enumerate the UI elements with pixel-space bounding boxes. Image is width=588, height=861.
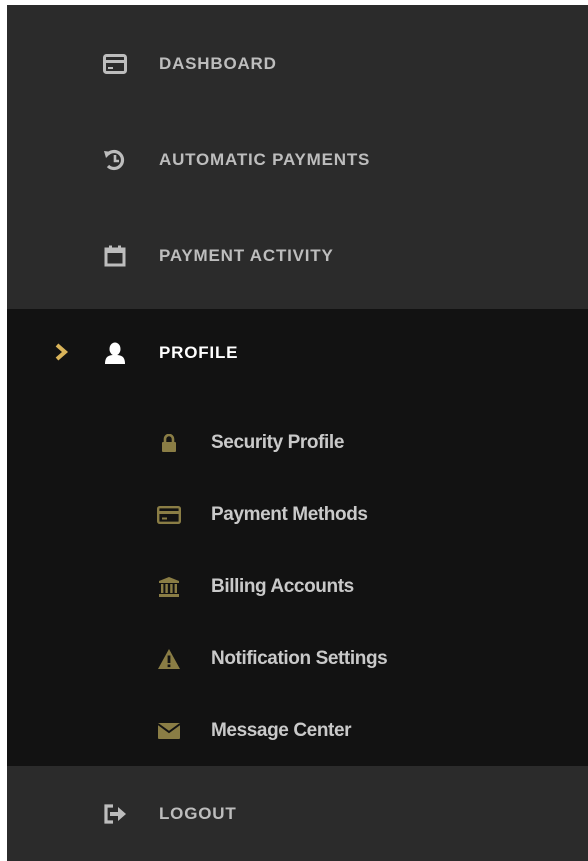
sidebar-nav: DASHBOARD AUTOMATIC PAYMENTS PAYMENT ACT… [7, 5, 588, 861]
subitem-message-center[interactable]: Message Center [7, 695, 588, 767]
nav-item-profile[interactable]: PROFILE [7, 309, 588, 397]
subitem-notification-settings[interactable]: Notification Settings [7, 623, 588, 695]
logout-icon [103, 802, 127, 826]
subitem-label: Payment Methods [211, 504, 368, 525]
nav-item-label: PROFILE [159, 343, 239, 362]
calendar-icon [103, 244, 127, 268]
envelope-icon [157, 720, 181, 742]
nav-item-label: PAYMENT ACTIVITY [159, 246, 334, 265]
subitem-billing-accounts[interactable]: Billing Accounts [7, 551, 588, 623]
subitem-label: Billing Accounts [211, 576, 354, 597]
credit-card-icon [157, 504, 181, 526]
credit-card-icon [103, 52, 127, 76]
nav-item-dashboard[interactable]: DASHBOARD [7, 16, 588, 112]
nav-item-payment-activity[interactable]: PAYMENT ACTIVITY [7, 208, 588, 304]
chevron-right-icon [55, 343, 71, 363]
profile-section: PROFILE Security Profile Payment Methods… [7, 309, 588, 766]
nav-item-label: DASHBOARD [159, 54, 277, 73]
subitem-security-profile[interactable]: Security Profile [7, 407, 588, 479]
nav-item-automatic-payments[interactable]: AUTOMATIC PAYMENTS [7, 112, 588, 208]
subitem-label: Message Center [211, 720, 352, 741]
lock-icon [157, 432, 181, 454]
subitem-payment-methods[interactable]: Payment Methods [7, 479, 588, 551]
history-icon [103, 148, 127, 172]
bank-icon [157, 576, 181, 598]
nav-item-logout[interactable]: LOGOUT [7, 766, 588, 861]
nav-item-label: AUTOMATIC PAYMENTS [159, 150, 371, 169]
user-icon [103, 341, 127, 365]
warning-icon [157, 648, 181, 670]
nav-item-label: LOGOUT [159, 803, 237, 823]
subitem-label: Security Profile [211, 432, 344, 453]
subitem-label: Notification Settings [211, 648, 388, 669]
